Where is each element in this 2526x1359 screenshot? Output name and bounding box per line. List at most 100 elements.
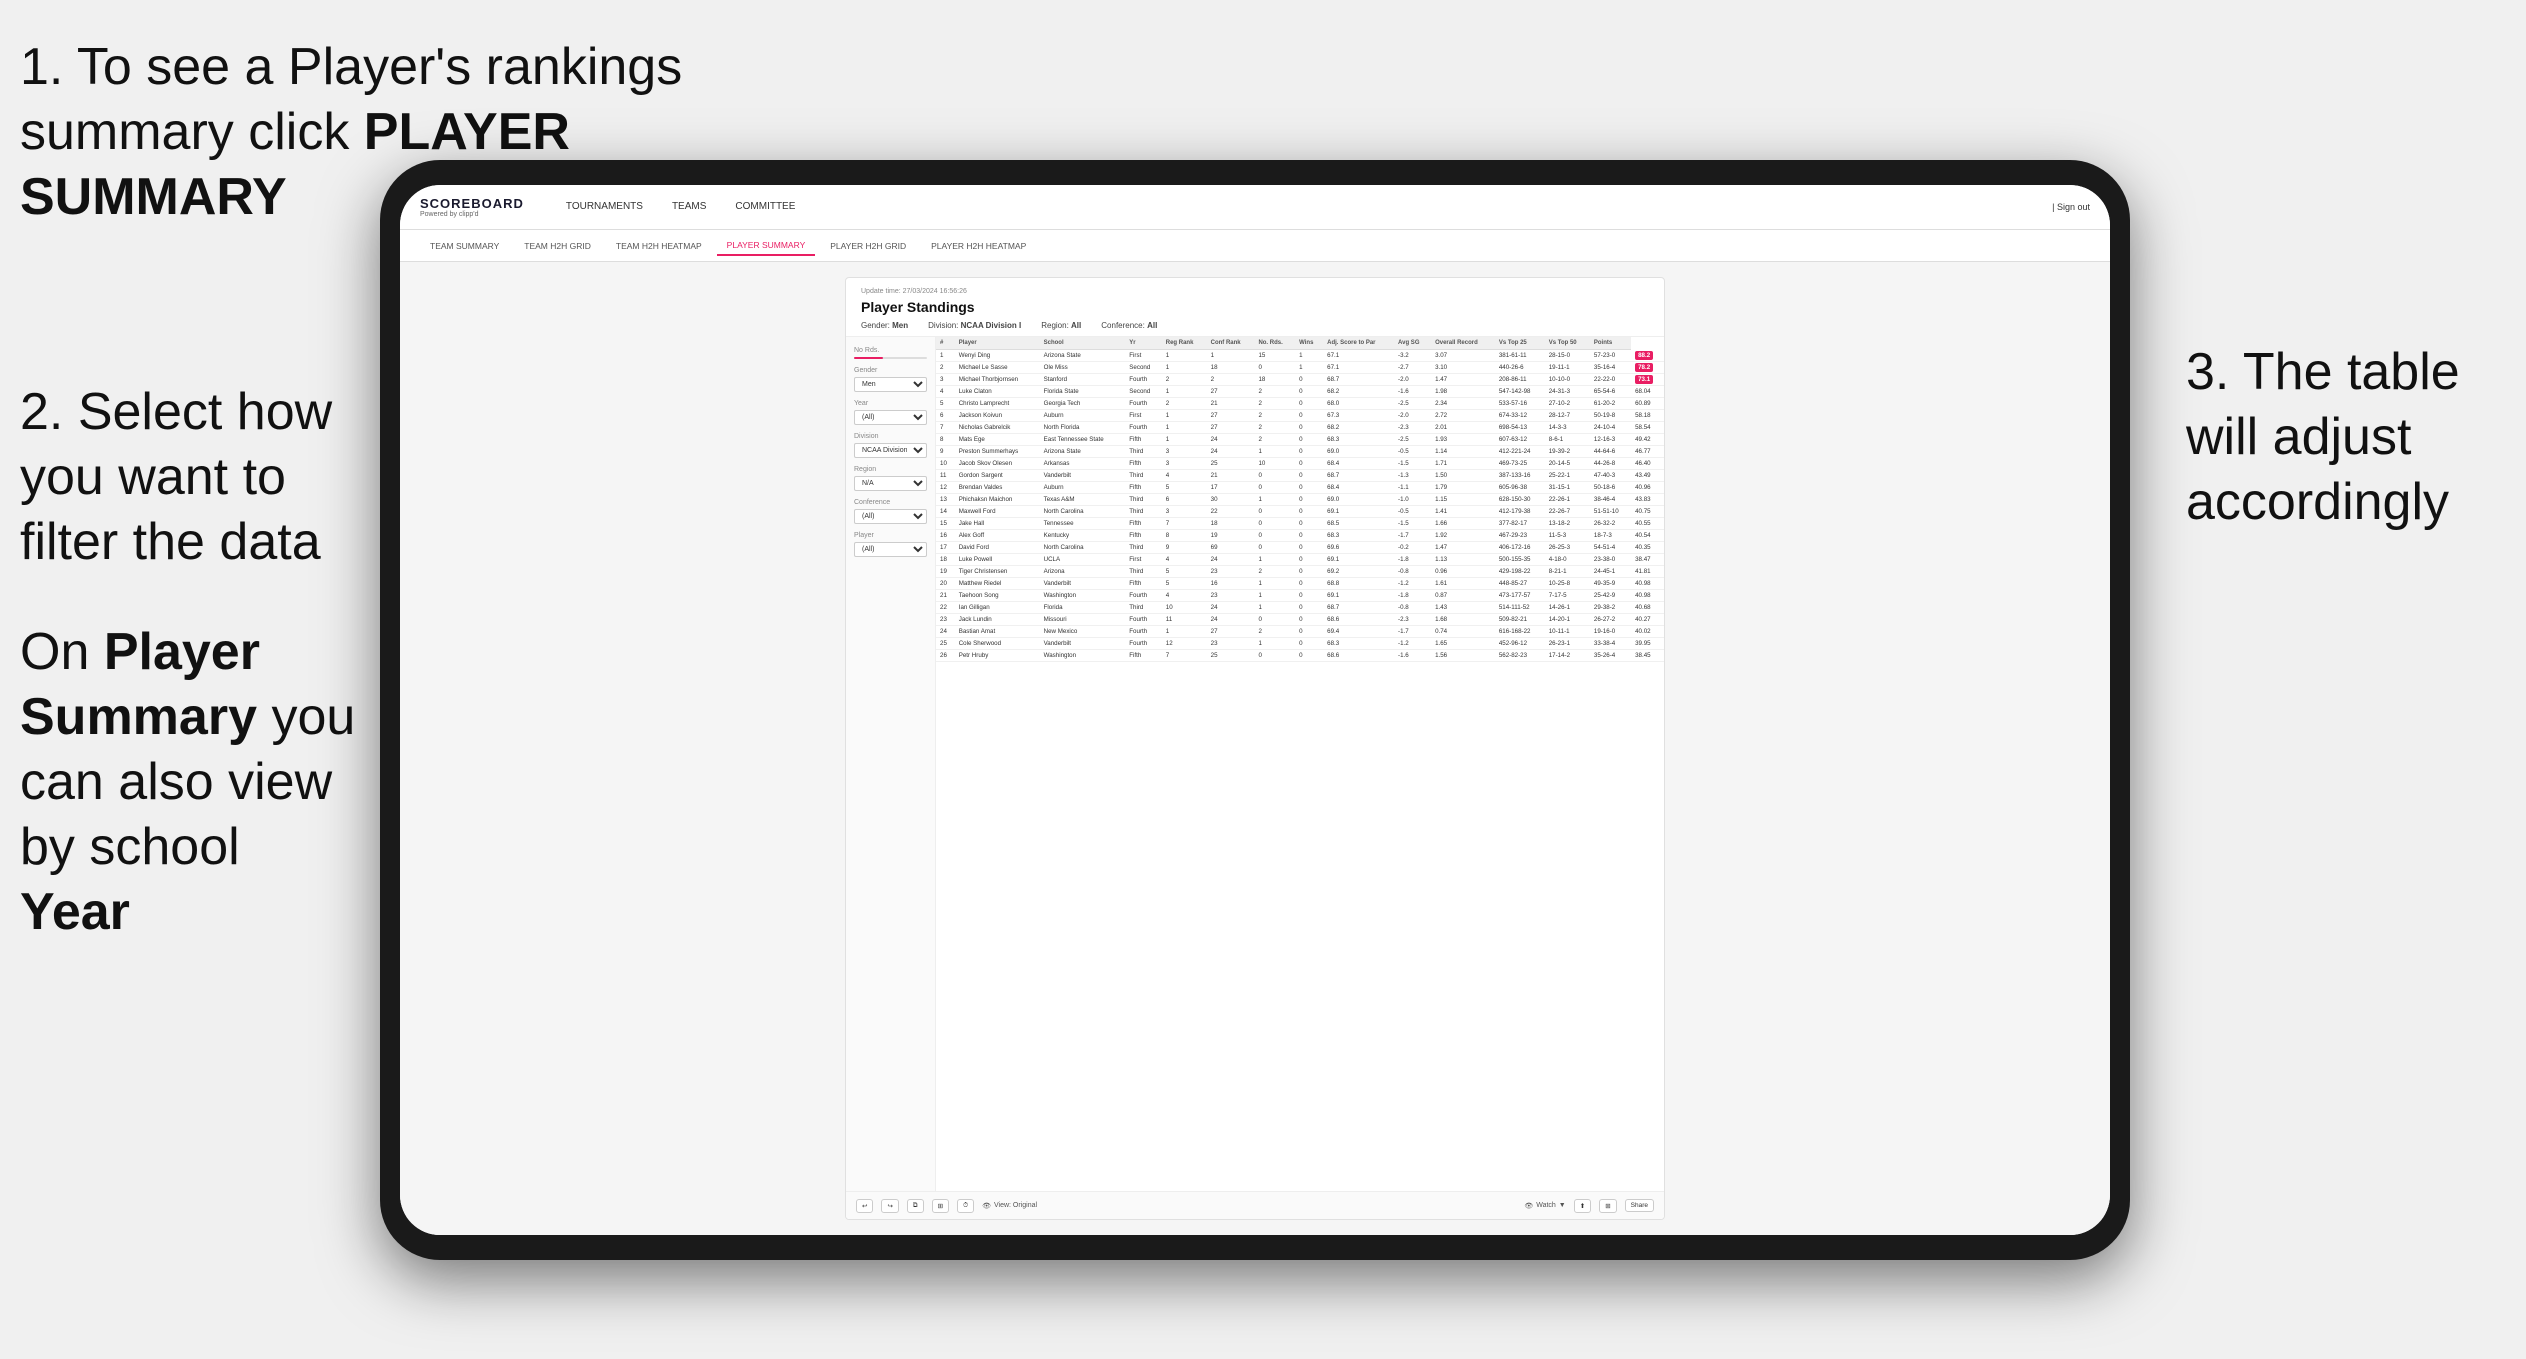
conference-sidebar-label: Conference (854, 499, 927, 506)
table-cell: 1.93 (1431, 434, 1495, 446)
table-cell: 5 (1162, 566, 1207, 578)
table-cell: 1 (1295, 350, 1323, 362)
table-row[interactable]: 2Michael Le SasseOle MissSecond1180167.1… (936, 362, 1664, 374)
header-sign-out[interactable]: | Sign out (2052, 202, 2090, 212)
timer-btn[interactable]: ⏱ (957, 1199, 974, 1213)
annotation-text-2: Select how you want to filter the data (20, 383, 332, 571)
table-row[interactable]: 14Maxwell FordNorth CarolinaThird3220069… (936, 506, 1664, 518)
year-select[interactable]: (All) (854, 410, 927, 425)
table-cell: 469-73-25 (1495, 458, 1545, 470)
table-cell: 24 (1207, 434, 1255, 446)
table-cell: 412-179-38 (1495, 506, 1545, 518)
table-cell: 14 (936, 506, 955, 518)
table-row[interactable]: 17David FordNorth CarolinaThird9690069.6… (936, 542, 1664, 554)
gender-select[interactable]: Men (854, 377, 927, 392)
table-cell: 78.2 (1631, 362, 1664, 374)
sub-nav-team-h2h-heatmap[interactable]: TEAM H2H HEATMAP (606, 237, 712, 255)
table-row[interactable]: 23Jack LundinMissouriFourth11240068.6-2.… (936, 614, 1664, 626)
annotation-number-1: 1. (20, 38, 63, 96)
sub-nav-player-h2h-grid[interactable]: PLAYER H2H GRID (820, 237, 916, 255)
undo-btn[interactable]: ↩ (856, 1199, 873, 1213)
table-cell: Fourth (1125, 374, 1161, 386)
table-cell: -1.7 (1394, 626, 1431, 638)
table-row[interactable]: 13Phichaksn MaichonTexas A&MThird6301069… (936, 494, 1664, 506)
app-header: SCOREBOARD Powered by clipp'd TOURNAMENT… (400, 185, 2110, 230)
toolbar-view[interactable]: 👁 View: Original (982, 1202, 1037, 1210)
table-cell: 68.5 (1323, 518, 1394, 530)
table-cell: 73.1 (1631, 374, 1664, 386)
table-cell: 18-7-3 (1590, 530, 1631, 542)
table-row[interactable]: 9Preston SummerhaysArizona StateThird324… (936, 446, 1664, 458)
table-row[interactable]: 6Jackson KoivunAuburnFirst1272067.3-2.02… (936, 410, 1664, 422)
table-row[interactable]: 8Mats EgeEast Tennessee StateFifth124206… (936, 434, 1664, 446)
table-cell: Petr Hruby (955, 650, 1040, 662)
table-cell: Washington (1040, 650, 1126, 662)
table-row[interactable]: 22Ian GilliganFloridaThird10241068.7-0.8… (936, 602, 1664, 614)
table-row[interactable]: 4Luke ClatonFlorida StateSecond1272068.2… (936, 386, 1664, 398)
division-select[interactable]: NCAA Division I (854, 443, 927, 458)
table-row[interactable]: 1Wenyi DingArizona StateFirst1115167.1-3… (936, 350, 1664, 362)
table-cell: 0 (1295, 554, 1323, 566)
table-row[interactable]: 24Bastian AmatNew MexicoFourth1272069.4-… (936, 626, 1664, 638)
table-cell: 35-16-4 (1590, 362, 1631, 374)
region-select[interactable]: N/A (854, 476, 927, 491)
redo-btn[interactable]: ↪ (881, 1199, 898, 1213)
table-cell: 15 (1254, 350, 1295, 362)
table-cell: 467-29-23 (1495, 530, 1545, 542)
table-row[interactable]: 21Taehoon SongWashingtonFourth4231069.1-… (936, 590, 1664, 602)
export-btn[interactable]: ⬆ (1574, 1199, 1591, 1213)
table-cell: -1.8 (1394, 590, 1431, 602)
table-row[interactable]: 25Cole SherwoodVanderbiltFourth12231068.… (936, 638, 1664, 650)
table-row[interactable]: 12Brendan ValdesAuburnFifth5170068.4-1.1… (936, 482, 1664, 494)
copy-btn[interactable]: ⧉ (907, 1199, 924, 1213)
table-row[interactable]: 16Alex GoffKentuckyFifth8190068.3-1.71.9… (936, 530, 1664, 542)
sub-nav-player-summary[interactable]: PLAYER SUMMARY (717, 236, 816, 256)
table-row[interactable]: 3Michael ThorbjornsenStanfordFourth22180… (936, 374, 1664, 386)
sub-nav-team-h2h-grid[interactable]: TEAM H2H GRID (514, 237, 601, 255)
nav-committee[interactable]: COMMITTEE (723, 197, 807, 218)
table-row[interactable]: 11Gordon SargentVanderbiltThird4210068.7… (936, 470, 1664, 482)
table-cell: 1.68 (1431, 614, 1495, 626)
table-cell: 20-14-5 (1545, 458, 1590, 470)
table-row[interactable]: 18Luke PowellUCLAFirst4241069.1-1.81.135… (936, 554, 1664, 566)
table-row[interactable]: 15Jake HallTennesseeFifth7180068.5-1.51.… (936, 518, 1664, 530)
table-cell: Third (1125, 470, 1161, 482)
toolbar-watch[interactable]: 👁 Watch ▼ (1524, 1202, 1565, 1210)
share-btn[interactable]: Share (1625, 1199, 1654, 1212)
table-cell: 51-51-10 (1590, 506, 1631, 518)
table-cell: Tiger Christensen (955, 566, 1040, 578)
table-cell: Arkansas (1040, 458, 1126, 470)
app-logo: SCOREBOARD (420, 196, 524, 211)
sub-nav-team-summary[interactable]: TEAM SUMMARY (420, 237, 509, 255)
annotation-right: 3. The table will adjust accordingly (2186, 340, 2506, 535)
table-cell: 22 (1207, 506, 1255, 518)
table-row[interactable]: 26Petr HrubyWashingtonFifth7250068.6-1.6… (936, 650, 1664, 662)
table-cell: Fourth (1125, 398, 1161, 410)
paste-btn[interactable]: ⊞ (932, 1199, 949, 1213)
table-row[interactable]: 20Matthew RiedelVanderbiltFifth5161068.8… (936, 578, 1664, 590)
table-cell: 514-111-52 (1495, 602, 1545, 614)
layout-btn[interactable]: ⊞ (1599, 1199, 1616, 1213)
table-cell: Gordon Sargent (955, 470, 1040, 482)
table-row[interactable]: 7Nicholas GabrelcikNorth FloridaFourth12… (936, 422, 1664, 434)
table-cell: -3.2 (1394, 350, 1431, 362)
sub-nav-player-h2h-heatmap[interactable]: PLAYER H2H HEATMAP (921, 237, 1036, 255)
table-cell: 23 (1207, 638, 1255, 650)
player-select[interactable]: (All) (854, 542, 927, 557)
nav-tournaments[interactable]: TOURNAMENTS (554, 197, 655, 218)
table-cell: 19 (936, 566, 955, 578)
year-sidebar-label: Year (854, 400, 927, 407)
table-row[interactable]: 5Christo LamprechtGeorgia TechFourth2212… (936, 398, 1664, 410)
table-cell: -2.5 (1394, 434, 1431, 446)
table-row[interactable]: 19Tiger ChristensenArizonaThird5232069.2… (936, 566, 1664, 578)
nav-teams[interactable]: TEAMS (660, 197, 718, 218)
slider-row[interactable] (854, 357, 927, 359)
table-cell: 41.81 (1631, 566, 1664, 578)
table-cell: Arizona State (1040, 446, 1126, 458)
table-cell: -2.3 (1394, 614, 1431, 626)
update-time: Update time: 27/03/2024 16:56:26 (861, 288, 1649, 295)
table-cell: Arizona State (1040, 350, 1126, 362)
table-cell: 28-12-7 (1545, 410, 1590, 422)
table-row[interactable]: 10Jacob Skov OlesenArkansasFifth32510068… (936, 458, 1664, 470)
conference-select[interactable]: (All) (854, 509, 927, 524)
